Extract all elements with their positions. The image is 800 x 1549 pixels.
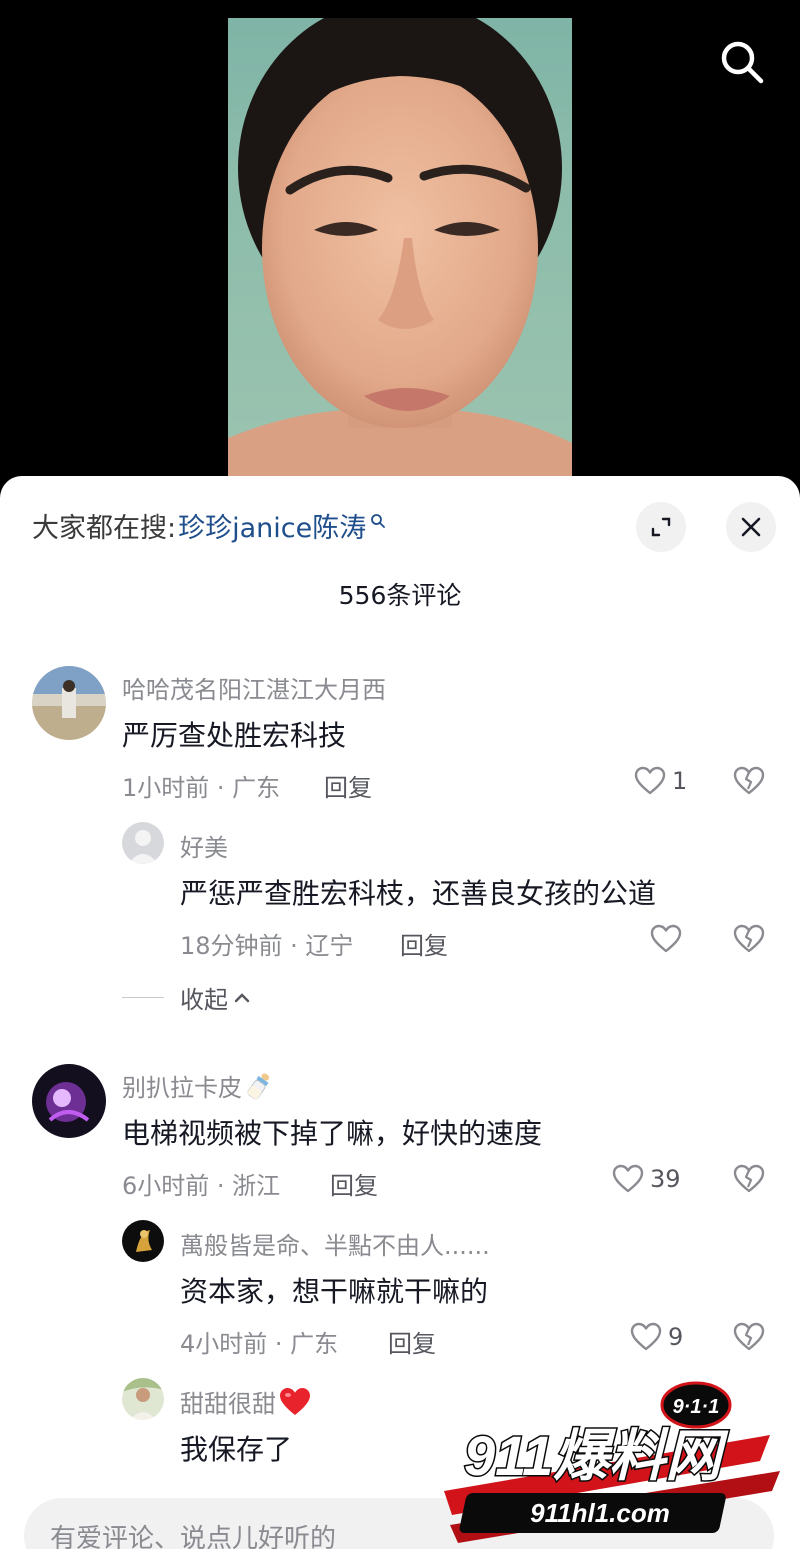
chevron-up-icon bbox=[234, 992, 250, 1002]
avatar[interactable] bbox=[32, 1064, 106, 1138]
comment-author[interactable]: 哈哈茂名阳江湛江大月西 bbox=[122, 670, 386, 705]
broken-heart-icon bbox=[733, 1164, 765, 1193]
comment-author[interactable]: 别扒拉卡皮 bbox=[122, 1068, 274, 1103]
comment-text: 电梯视频被下掉了嘛，好快的速度 bbox=[122, 1117, 543, 1150]
reply-button[interactable]: 回复 bbox=[400, 926, 448, 961]
reply-button[interactable]: 回复 bbox=[388, 1324, 436, 1359]
like-button[interactable]: 39 bbox=[612, 1164, 681, 1194]
reply-text: 我保存了 bbox=[180, 1433, 293, 1466]
default-avatar-icon bbox=[122, 822, 164, 864]
small-search-icon bbox=[371, 513, 386, 528]
red-heart-icon bbox=[280, 1387, 310, 1415]
divider-line bbox=[122, 997, 164, 998]
video-person-image bbox=[228, 18, 572, 490]
comment-count: 556条评论 bbox=[338, 581, 462, 610]
watermark-graphic: 9·1·1 911爆料网 911hl1.com bbox=[444, 1381, 780, 1543]
dislike-button[interactable] bbox=[733, 1322, 765, 1356]
video-player[interactable] bbox=[0, 0, 800, 490]
reply-author[interactable]: 好美 bbox=[180, 828, 228, 863]
video-frame bbox=[228, 18, 572, 490]
reply-button[interactable]: 回复 bbox=[330, 1166, 378, 1201]
reply-author[interactable]: 甜甜很甜 bbox=[180, 1384, 312, 1419]
trending-term[interactable]: 珍珍janice陈涛 bbox=[178, 506, 366, 545]
comment-input-placeholder: 有爱评论、说点儿好听的 bbox=[50, 1524, 337, 1549]
watermark-badge-text: 9·1·1 bbox=[673, 1396, 720, 1418]
author-name: 甜甜很甜 bbox=[180, 1390, 276, 1418]
comment-text: 严厉查处胜宏科技 bbox=[122, 719, 347, 752]
expand-button[interactable] bbox=[636, 502, 686, 552]
close-button[interactable] bbox=[726, 502, 776, 552]
broken-heart-icon bbox=[733, 766, 765, 795]
dislike-button[interactable] bbox=[733, 1164, 765, 1198]
reply-avatar[interactable] bbox=[122, 822, 164, 864]
reply-avatar[interactable] bbox=[122, 1220, 164, 1262]
avatar-image bbox=[122, 1378, 164, 1420]
watermark-url-text: 911hl1.com bbox=[530, 1498, 670, 1528]
broken-heart-icon bbox=[733, 924, 765, 953]
like-button[interactable]: 1 bbox=[634, 766, 687, 796]
author-name: 别扒拉卡皮 bbox=[122, 1074, 242, 1102]
like-count: 9 bbox=[668, 1323, 684, 1351]
heart-icon bbox=[650, 924, 682, 953]
like-button[interactable]: 9 bbox=[630, 1322, 683, 1352]
reply-button[interactable]: 回复 bbox=[324, 768, 372, 803]
avatar-image bbox=[32, 1064, 106, 1138]
trending-search[interactable]: 大家都在搜: 珍珍janice陈涛 bbox=[32, 506, 386, 545]
heart-icon bbox=[612, 1164, 644, 1193]
reply-text: 严惩严查胜宏科枝，还善良女孩的公道 bbox=[180, 877, 657, 910]
collapse-label: 收起 bbox=[180, 986, 228, 1014]
avatar[interactable] bbox=[32, 666, 106, 740]
watermark-brand-text: 911爆料网 bbox=[464, 1424, 729, 1487]
broken-heart-icon bbox=[733, 1322, 765, 1351]
heart-icon bbox=[634, 766, 666, 795]
reply-meta: 4小时前 · 广东 bbox=[180, 1330, 339, 1358]
reply-text: 资本家，想干嘛就干嘛的 bbox=[180, 1275, 489, 1308]
comment-meta: 6小时前 · 浙江 bbox=[122, 1172, 281, 1200]
like-count: 1 bbox=[672, 767, 688, 795]
comment-meta: 1小时前 · 广东 bbox=[122, 774, 281, 802]
search-button[interactable] bbox=[718, 38, 766, 86]
like-button[interactable] bbox=[650, 924, 682, 954]
dislike-button[interactable] bbox=[733, 924, 765, 958]
watermark-logo: 9·1·1 911爆料网 911hl1.com bbox=[430, 1375, 800, 1549]
avatar-image bbox=[122, 1220, 164, 1262]
reply-author[interactable]: 萬般皆是命、半點不由人...... bbox=[180, 1226, 490, 1261]
expand-icon bbox=[651, 517, 671, 537]
search-icon bbox=[721, 41, 764, 84]
baby-bottle-icon bbox=[247, 1072, 270, 1099]
reply-avatar[interactable] bbox=[122, 1378, 164, 1420]
like-count: 39 bbox=[650, 1165, 681, 1193]
reply-meta: 18分钟前 · 辽宁 bbox=[180, 932, 354, 960]
heart-icon bbox=[630, 1322, 662, 1351]
avatar-image bbox=[32, 666, 106, 740]
dislike-button[interactable] bbox=[733, 766, 765, 800]
collapse-replies-button[interactable]: 收起 bbox=[122, 980, 252, 1015]
close-icon bbox=[741, 517, 761, 537]
trending-label: 大家都在搜: bbox=[32, 513, 177, 544]
